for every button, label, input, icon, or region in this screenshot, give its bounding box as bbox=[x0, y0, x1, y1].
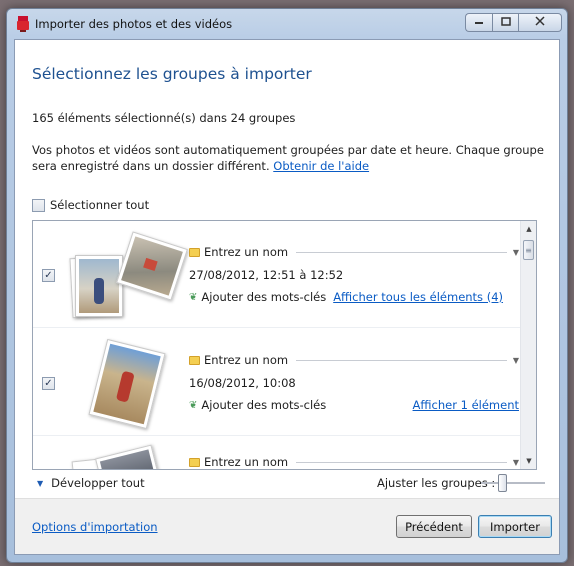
tag-icon: ❦ bbox=[189, 399, 198, 411]
page-title: Sélectionnez les groupes à importer bbox=[32, 65, 312, 83]
adjust-groups-label: Ajuster les groupes : bbox=[377, 476, 496, 490]
adjust-groups-slider[interactable] bbox=[481, 474, 545, 492]
window-title: Importer des photos et des vidéos bbox=[35, 17, 233, 31]
group-name-field[interactable]: Entrez un nom ▼ bbox=[189, 353, 519, 367]
list-item: Entrez un nom ▼ bbox=[33, 437, 521, 469]
folder-icon bbox=[189, 457, 200, 467]
group-thumbnail[interactable] bbox=[69, 444, 179, 469]
folder-icon bbox=[189, 247, 200, 257]
description: Vos photos et vidéos sont automatiquemen… bbox=[32, 142, 552, 174]
chevron-down-icon[interactable]: ▼ bbox=[513, 248, 519, 257]
minimize-icon bbox=[474, 17, 484, 28]
expand-all-button[interactable]: ▼ Développer tout bbox=[37, 476, 145, 490]
list-item: ✓ Entrez un nom ▼ 16/08/2012, 10:08 ❦ Aj… bbox=[33, 329, 521, 436]
tag-icon: ❦ bbox=[189, 291, 198, 303]
close-icon bbox=[535, 16, 545, 29]
select-all-label: Sélectionner tout bbox=[50, 198, 150, 212]
group-date: 27/08/2012, 12:51 à 12:52 bbox=[189, 268, 344, 282]
folder-icon bbox=[189, 355, 200, 365]
chevron-down-icon: ▼ bbox=[37, 478, 44, 488]
import-window: Importer des photos et des vidéos Sélect… bbox=[6, 8, 568, 563]
close-button[interactable] bbox=[519, 13, 562, 32]
add-keywords-label: Ajouter des mots-clés bbox=[201, 398, 327, 412]
group-thumbnail[interactable] bbox=[69, 231, 188, 325]
list-item: ✓ Entrez un nom ▼ 27/08/2012, 12:51 à 12… bbox=[33, 221, 521, 328]
scroll-up-icon[interactable]: ▲ bbox=[521, 221, 536, 237]
previous-button[interactable]: Précédent bbox=[396, 515, 472, 538]
title-bar[interactable]: Importer des photos et des vidéos bbox=[7, 9, 567, 39]
group-name-placeholder: Entrez un nom bbox=[204, 455, 289, 469]
chevron-down-icon[interactable]: ▼ bbox=[513, 458, 519, 467]
group-thumbnail[interactable] bbox=[69, 338, 179, 434]
show-all-items-link[interactable]: Afficher tous les éléments (4) bbox=[333, 290, 503, 304]
group-checkbox[interactable]: ✓ bbox=[42, 269, 55, 282]
import-app-icon bbox=[17, 16, 29, 32]
import-options-link[interactable]: Options d'importation bbox=[32, 520, 158, 534]
expand-all-label: Développer tout bbox=[51, 476, 145, 490]
help-link[interactable]: Obtenir de l'aide bbox=[273, 159, 369, 173]
maximize-icon bbox=[500, 16, 511, 29]
group-name-placeholder: Entrez un nom bbox=[204, 245, 289, 259]
group-name-field[interactable]: Entrez un nom ▼ bbox=[189, 455, 519, 469]
import-button[interactable]: Importer bbox=[478, 515, 552, 538]
chevron-down-icon[interactable]: ▼ bbox=[513, 356, 519, 365]
select-all-checkbox[interactable]: Sélectionner tout bbox=[32, 198, 149, 212]
group-list[interactable]: ✓ Entrez un nom ▼ 27/08/2012, 12:51 à 12… bbox=[32, 220, 537, 470]
group-name-field[interactable]: Entrez un nom ▼ bbox=[189, 245, 519, 259]
dialog-client: Sélectionnez les groupes à importer 165 … bbox=[14, 39, 560, 555]
scroll-thumb[interactable]: ≡ bbox=[523, 240, 534, 260]
minimize-button[interactable] bbox=[465, 13, 492, 32]
add-keywords[interactable]: ❦ Ajouter des mots-clés bbox=[189, 290, 326, 304]
maximize-button[interactable] bbox=[492, 13, 519, 32]
footer: Options d'importation Précédent Importer bbox=[15, 498, 559, 554]
group-checkbox[interactable]: ✓ bbox=[42, 377, 55, 390]
add-keywords-label: Ajouter des mots-clés bbox=[201, 290, 327, 304]
group-name-placeholder: Entrez un nom bbox=[204, 353, 289, 367]
list-scrollbar[interactable]: ▲ ≡ ▼ bbox=[520, 221, 536, 469]
group-date: 16/08/2012, 10:08 bbox=[189, 376, 296, 390]
scroll-down-icon[interactable]: ▼ bbox=[521, 453, 536, 469]
selection-count: 165 éléments sélectionné(s) dans 24 grou… bbox=[32, 111, 296, 125]
add-keywords[interactable]: ❦ Ajouter des mots-clés bbox=[189, 398, 326, 412]
show-one-item-link[interactable]: Afficher 1 élément bbox=[413, 398, 519, 412]
checkbox-box[interactable] bbox=[32, 198, 45, 212]
slider-thumb[interactable] bbox=[498, 474, 507, 492]
